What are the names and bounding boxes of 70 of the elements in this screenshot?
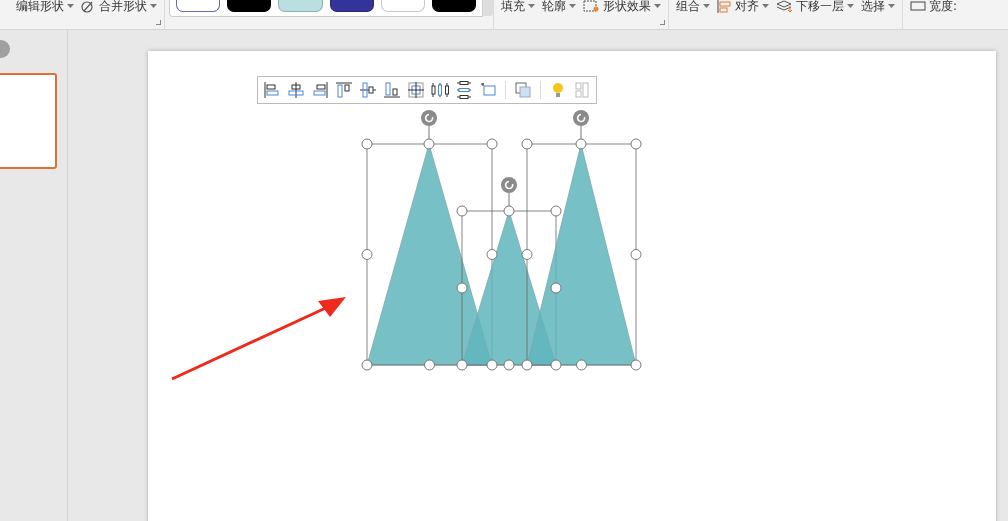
resize-handle[interactable] bbox=[456, 282, 468, 294]
resize-handle[interactable] bbox=[456, 359, 468, 371]
caret-icon bbox=[888, 4, 895, 8]
ribbon-button[interactable]: 形状效果 bbox=[581, 0, 663, 15]
resize-handle[interactable] bbox=[424, 359, 435, 371]
rotate-handle[interactable] bbox=[573, 110, 589, 126]
resize-handle[interactable] bbox=[503, 359, 515, 371]
resize-handle[interactable] bbox=[486, 138, 498, 150]
style-swatch[interactable] bbox=[227, 0, 272, 12]
ribbon-button[interactable]: 组合 bbox=[674, 0, 712, 15]
shape-effects-icon bbox=[583, 0, 600, 13]
triangle-shape[interactable] bbox=[526, 143, 637, 366]
ribbon-button[interactable]: 宽度: bbox=[908, 0, 960, 15]
resize-handle[interactable] bbox=[456, 205, 468, 217]
resize-handle[interactable] bbox=[423, 138, 435, 150]
distribute-horizontal-icon[interactable] bbox=[430, 80, 450, 100]
resize-handle[interactable] bbox=[361, 249, 373, 260]
resize-handle[interactable] bbox=[521, 249, 533, 260]
resize-handle[interactable] bbox=[521, 359, 533, 371]
ribbon-button[interactable]: 对齐 bbox=[715, 0, 771, 15]
align-left-icon[interactable] bbox=[262, 80, 282, 100]
resize-handle[interactable] bbox=[630, 138, 642, 150]
caret-icon bbox=[150, 4, 157, 8]
ribbon-button[interactable]: 填充 bbox=[499, 0, 537, 15]
caret-icon bbox=[528, 4, 535, 8]
align-center-icon[interactable] bbox=[286, 80, 306, 100]
slide-thumbnail[interactable] bbox=[0, 73, 57, 169]
align-top-icon[interactable] bbox=[334, 80, 354, 100]
resize-handle[interactable] bbox=[521, 138, 533, 150]
caret-icon bbox=[762, 4, 769, 8]
resize-handle[interactable] bbox=[503, 205, 515, 217]
resize-handle[interactable] bbox=[361, 138, 373, 150]
align-middle-icon[interactable] bbox=[358, 80, 378, 100]
resize-handle[interactable] bbox=[630, 359, 642, 371]
ribbon-button[interactable]: 编辑形状 bbox=[14, 0, 76, 15]
style-swatch[interactable] bbox=[176, 0, 221, 12]
rotate-handle[interactable] bbox=[501, 177, 517, 193]
ribbon-button[interactable]: 下移一层 bbox=[774, 0, 856, 15]
merge-shapes-icon bbox=[81, 0, 96, 13]
resize-handle[interactable] bbox=[550, 359, 562, 371]
caret-icon bbox=[67, 4, 74, 8]
ribbon-button[interactable]: 轮廓 bbox=[540, 0, 578, 15]
center-icon[interactable] bbox=[406, 80, 426, 100]
resize-handle[interactable] bbox=[550, 205, 562, 217]
caret-icon bbox=[654, 4, 661, 8]
arrow-shape[interactable] bbox=[171, 297, 346, 381]
resize-handle[interactable] bbox=[486, 359, 498, 371]
style-swatch[interactable] bbox=[431, 0, 477, 12]
resize-handle[interactable] bbox=[361, 359, 373, 371]
caret-icon bbox=[703, 4, 710, 8]
style-swatch[interactable] bbox=[278, 0, 323, 12]
width-icon bbox=[910, 0, 926, 12]
align-bottom-icon[interactable] bbox=[382, 80, 402, 100]
distribute-vertical-icon[interactable] bbox=[454, 80, 474, 100]
resize-handle[interactable] bbox=[486, 249, 498, 260]
rotate-handle[interactable] bbox=[421, 110, 437, 126]
align-icon bbox=[717, 0, 732, 13]
caret-icon bbox=[847, 4, 854, 8]
align-right-icon[interactable] bbox=[310, 80, 330, 100]
caret-icon bbox=[569, 4, 576, 8]
resize-handle[interactable] bbox=[575, 138, 587, 150]
resize-handle[interactable] bbox=[630, 249, 642, 260]
layers-icon[interactable] bbox=[513, 80, 533, 100]
resize-handle[interactable] bbox=[576, 359, 587, 371]
ribbon-button[interactable]: 选择 bbox=[859, 0, 897, 15]
send-backward-icon bbox=[776, 0, 793, 13]
resize-handle[interactable] bbox=[550, 282, 562, 294]
triangle-shape[interactable] bbox=[366, 143, 493, 366]
style-swatch[interactable] bbox=[329, 0, 374, 12]
ribbon-button[interactable]: 合并形状 bbox=[79, 0, 159, 15]
